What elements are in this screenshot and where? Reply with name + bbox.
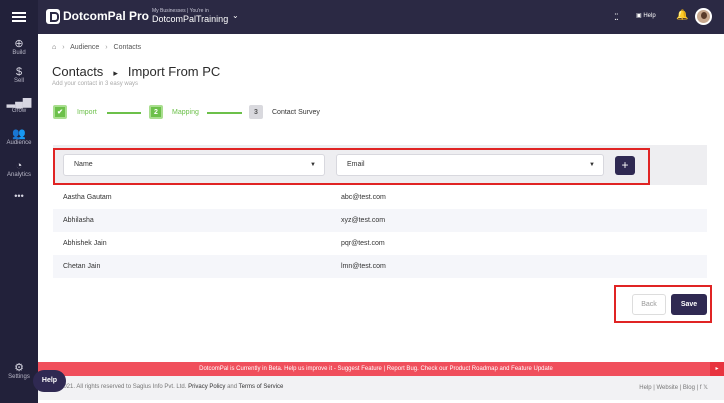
- step-import[interactable]: ✔ Import: [53, 105, 97, 119]
- table-row: Aastha Gautam abc@test.com: [63, 194, 386, 201]
- table-row: Abhishek Jain pqr@test.com: [63, 240, 385, 247]
- beta-banner[interactable]: DotcomPal is Currently in Beta. Help us …: [38, 362, 714, 376]
- apps-grid-icon[interactable]: ⁚⁚: [614, 12, 619, 23]
- sidebar-item-sell[interactable]: $ Sell: [0, 66, 38, 84]
- home-icon[interactable]: ⌂: [52, 44, 56, 51]
- sidebar: ⊕ Build $ Sell ▂▄▆ Grow 👥 Audience ◔ Ana…: [0, 0, 38, 403]
- copyright: 2021. All rights reserved to Saglus Info…: [60, 384, 284, 390]
- help-button[interactable]: Help: [33, 370, 66, 392]
- more-icon: •••: [14, 191, 24, 201]
- gear-icon: ⚙: [14, 362, 24, 374]
- step-connector: [207, 112, 242, 114]
- topbar: DotcomPal Pro My Businesses | You're in …: [38, 0, 724, 34]
- sidebar-item-more[interactable]: •••: [0, 191, 38, 201]
- menu-icon[interactable]: [12, 12, 26, 22]
- table-row: Chetan Jain lmn@test.com: [53, 255, 707, 278]
- back-button[interactable]: Back: [632, 294, 666, 315]
- business-switcher[interactable]: DotcomPalTraining: [152, 14, 228, 24]
- save-button[interactable]: Save: [671, 294, 707, 315]
- sidebar-item-audience[interactable]: 👥 Audience: [0, 128, 38, 146]
- analytics-icon: ◔: [15, 160, 23, 172]
- privacy-policy-link[interactable]: Privacy Policy: [188, 384, 225, 390]
- highlight-box: [53, 148, 650, 185]
- terms-link[interactable]: Terms of Service: [239, 384, 284, 390]
- bars-icon: ▂▄▆: [6, 96, 32, 108]
- step-mapping[interactable]: 2 Mapping: [149, 105, 199, 119]
- step-contact-survey[interactable]: 3 Contact Survey: [249, 105, 320, 119]
- caret-right-icon: ▸: [113, 68, 118, 78]
- breadcrumb-audience[interactable]: Audience: [70, 44, 99, 51]
- page-subtitle: Add your contact in 3 easy ways: [52, 81, 139, 87]
- chevron-right-icon[interactable]: ▸: [710, 362, 724, 376]
- breadcrumb-contacts[interactable]: Contacts: [114, 44, 142, 51]
- footer: 2021. All rights reserved to Saglus Info…: [38, 376, 724, 400]
- chevron-down-icon[interactable]: ⌄: [232, 11, 239, 20]
- avatar[interactable]: [695, 8, 712, 25]
- page-title: Contacts ▸ Import From PC: [52, 64, 221, 79]
- table-row: Abhilasha xyz@test.com: [53, 209, 707, 232]
- step-connector: [107, 112, 141, 114]
- help-icon: ▣: [636, 13, 642, 19]
- plus-circle-icon: ⊕: [14, 38, 24, 50]
- sidebar-item-build[interactable]: ⊕ Build: [0, 38, 38, 56]
- dollar-icon: $: [15, 66, 23, 78]
- footer-links[interactable]: Help | Website | Blog | f 𝕏: [639, 384, 708, 391]
- sidebar-item-settings[interactable]: ⚙ Settings: [0, 362, 38, 380]
- bell-icon[interactable]: 🔔: [676, 10, 688, 21]
- sidebar-item-grow[interactable]: ▂▄▆ Grow: [0, 96, 38, 114]
- logo-icon: [46, 9, 60, 24]
- brand-name: DotcomPal Pro: [63, 9, 150, 23]
- step-number: 2: [149, 105, 163, 119]
- people-icon: 👥: [12, 128, 26, 140]
- step-number: 3: [249, 105, 263, 119]
- help-link[interactable]: ▣ Help: [636, 12, 656, 19]
- breadcrumb: ⌂ › Audience › Contacts: [52, 44, 142, 51]
- check-icon: ✔: [53, 105, 67, 119]
- sidebar-item-analytics[interactable]: ◔ Analytics: [0, 160, 38, 178]
